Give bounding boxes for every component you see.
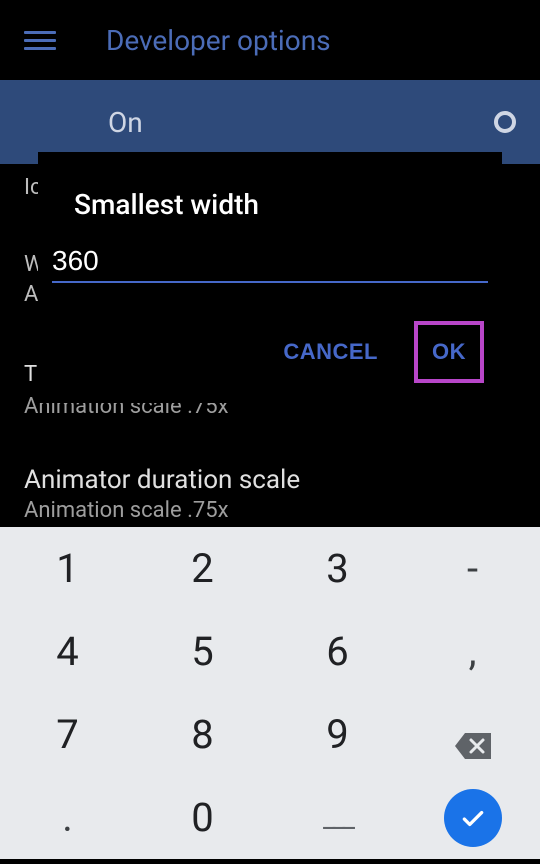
key-0[interactable]: 0	[135, 776, 270, 859]
key-backspace[interactable]	[405, 693, 540, 776]
key-dash[interactable]: -	[405, 527, 540, 610]
toggle-switch-icon[interactable]	[494, 111, 516, 133]
hamburger-menu-icon[interactable]	[24, 31, 56, 50]
animator-duration-value: Animation scale .75x	[24, 498, 229, 523]
key-2[interactable]: 2	[135, 527, 270, 610]
key-space[interactable]: ___	[270, 776, 405, 859]
ok-button[interactable]: OK	[418, 325, 480, 379]
key-enter[interactable]	[405, 776, 540, 859]
cancel-button[interactable]: CANCEL	[275, 327, 386, 377]
key-5[interactable]: 5	[135, 610, 270, 693]
backspace-icon	[455, 722, 491, 748]
key-7[interactable]: 7	[0, 693, 135, 776]
dialog-actions: CANCEL OK	[52, 313, 488, 393]
key-9[interactable]: 9	[270, 693, 405, 776]
app-bar: Developer options	[0, 0, 540, 80]
toggle-label: On	[108, 106, 143, 139]
animator-duration-title: Animator duration scale	[24, 465, 300, 495]
ok-button-highlight: OK	[414, 321, 484, 383]
enter-fab-icon	[444, 789, 502, 847]
key-4[interactable]: 4	[0, 610, 135, 693]
dialog-title: Smallest width	[74, 188, 466, 221]
key-period[interactable]: .	[0, 776, 135, 859]
key-6[interactable]: 6	[270, 610, 405, 693]
key-1[interactable]: 1	[0, 527, 135, 610]
numeric-keyboard: 1 2 3 - 4 5 6 , 7 8 9 . 0 ___	[0, 527, 540, 859]
key-comma[interactable]: ,	[405, 610, 540, 693]
smallest-width-dialog: Smallest width CANCEL OK	[38, 152, 502, 403]
key-3[interactable]: 3	[270, 527, 405, 610]
bottom-bar	[0, 859, 540, 864]
bg-text-fragment: T	[24, 362, 37, 387]
bg-text-fragment: A	[24, 282, 38, 307]
appbar-title: Developer options	[106, 24, 331, 57]
key-8[interactable]: 8	[135, 693, 270, 776]
smallest-width-input[interactable]	[52, 241, 488, 283]
